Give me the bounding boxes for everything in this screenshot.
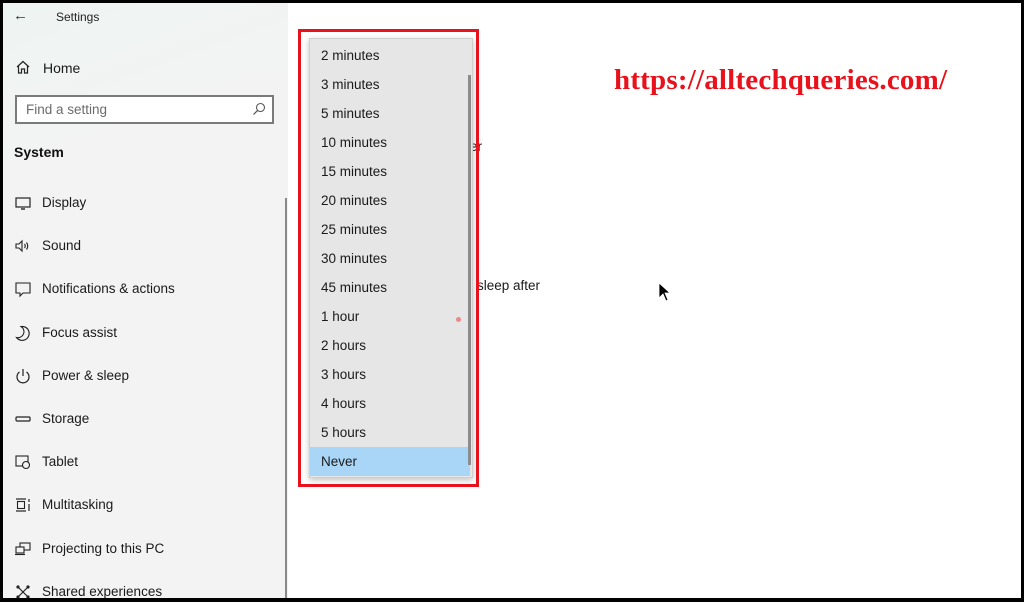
dropdown-option[interactable]: 3 hours (310, 360, 470, 389)
mouse-cursor-icon (658, 282, 672, 302)
dropdown-option[interactable]: 45 minutes (310, 273, 470, 302)
sidebar-item-home[interactable]: Home (3, 55, 288, 83)
dropdown-option[interactable]: 2 hours (310, 331, 470, 360)
back-arrow-icon[interactable]: ← (13, 7, 28, 24)
dropdown-option[interactable]: 25 minutes (310, 215, 470, 244)
sidebar-item-display[interactable]: Display (3, 185, 285, 221)
home-label: Home (43, 60, 81, 76)
dropdown-option[interactable]: 20 minutes (310, 186, 470, 215)
sidebar-item-focus-assist[interactable]: Focus assist (3, 315, 285, 351)
speaker-icon (15, 239, 29, 253)
dropdown-option[interactable]: 1 hour (310, 302, 470, 331)
app-title: Settings (56, 10, 100, 24)
sidebar-item-label: Projecting to this PC (42, 541, 165, 556)
dropdown-option[interactable]: 5 minutes (310, 99, 470, 128)
multitasking-icon (16, 498, 30, 512)
sidebar-item-power-sleep[interactable]: Power & sleep (3, 358, 285, 394)
sidebar-item-label: Focus assist (42, 325, 118, 340)
watermark-url: https://alltechqueries.com/ (614, 64, 948, 96)
shared-experiences-icon (16, 585, 30, 598)
search-input[interactable]: Find a setting (15, 95, 274, 124)
moon-icon (15, 325, 30, 341)
obscured-sleep-label: sleep after (477, 278, 541, 293)
search-placeholder: Find a setting (26, 102, 108, 117)
monitor-icon (15, 197, 31, 210)
notification-icon (15, 282, 31, 298)
sidebar-item-tablet[interactable]: Tablet (3, 444, 285, 480)
sidebar-item-label: Sound (42, 238, 82, 253)
sidebar-item-label: Power & sleep (42, 368, 130, 383)
sidebar-scrollbar[interactable] (285, 198, 287, 598)
sidebar-item-storage[interactable]: Storage (3, 401, 285, 437)
sidebar: ← Settings Home Find a setting System Di… (3, 3, 288, 598)
dropdown-option[interactable]: 10 minutes (310, 128, 470, 157)
search-icon[interactable] (252, 102, 266, 116)
artifact-dot (456, 317, 461, 322)
sidebar-item-label: Storage (42, 411, 90, 426)
power-icon (16, 369, 30, 384)
sidebar-item-label: Tablet (42, 454, 79, 469)
dropdown-option[interactable]: 15 minutes (310, 157, 470, 186)
sleep-timeout-dropdown-list[interactable]: 2 minutes 3 minutes 5 minutes 10 minutes… (309, 38, 473, 478)
sidebar-item-shared-experiences[interactable]: Shared experiences (3, 574, 285, 598)
tablet-icon (15, 455, 31, 470)
storage-icon (15, 416, 31, 422)
dropdown-option[interactable]: 4 hours (310, 389, 470, 418)
title-bar: ← Settings (3, 3, 288, 31)
section-title-system: System (14, 144, 64, 160)
dropdown-option[interactable]: 3 minutes (310, 70, 470, 99)
dropdown-option[interactable]: 2 minutes (310, 41, 470, 70)
dropdown-scrollbar[interactable] (468, 75, 471, 465)
sidebar-item-label: Display (42, 195, 87, 210)
dropdown-option[interactable]: 5 hours (310, 418, 470, 447)
sidebar-item-notifications[interactable]: Notifications & actions (3, 271, 285, 307)
sidebar-item-projecting[interactable]: Projecting to this PC (3, 531, 285, 567)
dropdown-option[interactable]: 30 minutes (310, 244, 470, 273)
projecting-icon (15, 542, 31, 556)
home-icon (16, 60, 30, 74)
sidebar-item-sound[interactable]: Sound (3, 228, 285, 264)
sidebar-item-label: Notifications & actions (42, 281, 175, 296)
sidebar-item-label: Shared experiences (42, 584, 163, 598)
sidebar-item-multitasking[interactable]: Multitasking (3, 487, 285, 523)
sidebar-item-label: Multitasking (42, 497, 114, 512)
dropdown-option-selected[interactable]: Never (310, 447, 470, 476)
